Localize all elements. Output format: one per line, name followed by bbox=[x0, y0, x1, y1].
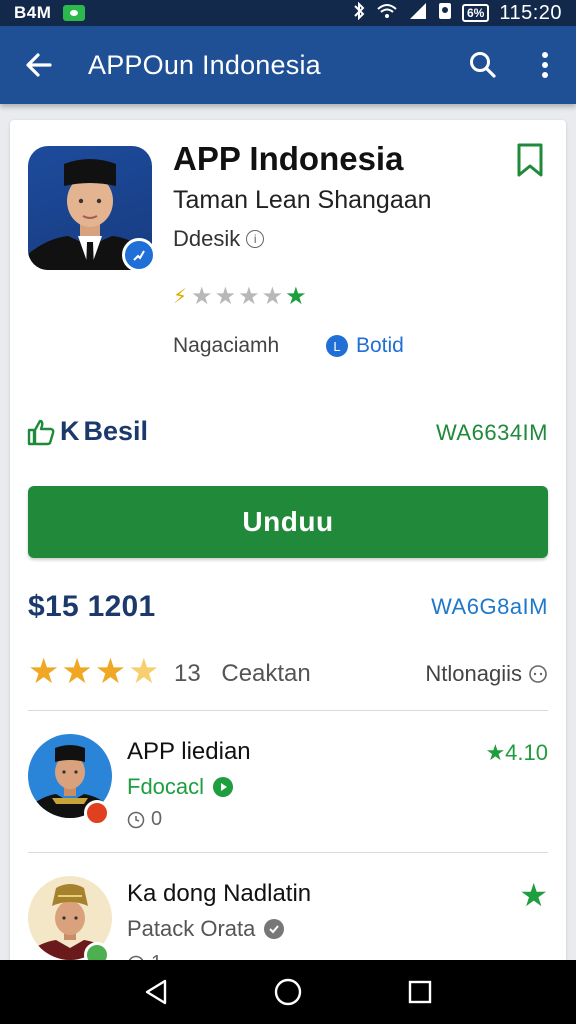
nav-home-button[interactable] bbox=[258, 962, 318, 1022]
search-button[interactable] bbox=[452, 26, 514, 104]
likes-label: Besil bbox=[83, 416, 149, 446]
star-half-icon: ★ bbox=[128, 652, 160, 691]
badge-icon: L bbox=[326, 335, 348, 357]
related-app-subtitle-row: Patack Orata bbox=[127, 916, 285, 942]
size-label: WA6634IM bbox=[435, 420, 548, 445]
related-app-subtitle-row: Fdocacl bbox=[127, 774, 234, 800]
status-bar: B4M 6% 115:20 bbox=[0, 0, 576, 26]
developer-sub-text: Ddesik bbox=[173, 226, 241, 251]
more-vertical-icon bbox=[542, 52, 548, 78]
back-button[interactable] bbox=[0, 26, 78, 104]
star-icon: ★ bbox=[519, 877, 548, 913]
star-icon: ★ bbox=[261, 283, 284, 310]
status-left: B4M bbox=[14, 3, 86, 23]
related-app-subtitle: Patack Orata bbox=[127, 916, 256, 941]
star-icon: ★ bbox=[191, 283, 213, 310]
likes-prefix: K bbox=[60, 416, 80, 446]
verified-badge-icon bbox=[122, 238, 156, 272]
related-app-rating-value: 4.10 bbox=[505, 740, 548, 765]
message-notification-icon bbox=[63, 5, 86, 21]
rating-prefix: ⚡ bbox=[173, 286, 188, 308]
star-icon: ★ bbox=[214, 283, 237, 310]
install-button[interactable]: Unduu bbox=[28, 486, 548, 558]
star-icon: ★ bbox=[28, 652, 60, 691]
developer-subline: Ddesik i bbox=[173, 226, 265, 252]
search-icon bbox=[470, 52, 496, 78]
related-app-meta-value: 0 bbox=[151, 808, 163, 830]
app-bar: APPOun Indonesia bbox=[0, 26, 576, 104]
star-icon: ★ bbox=[61, 652, 93, 691]
badge-label: Botid bbox=[356, 334, 404, 357]
square-recents-icon bbox=[408, 980, 432, 1004]
info-icon bbox=[529, 665, 547, 683]
nav-recents-button[interactable] bbox=[390, 962, 450, 1022]
triangle-back-icon bbox=[145, 979, 167, 1005]
nav-back-button[interactable] bbox=[126, 962, 186, 1022]
developer-name[interactable]: Taman Lean Shangaan bbox=[173, 186, 432, 215]
bookmark-button[interactable] bbox=[515, 142, 545, 183]
region-label: Ntlonagiis bbox=[425, 661, 522, 686]
status-time: 115:20 bbox=[499, 1, 562, 24]
star-icon: ★ bbox=[285, 283, 307, 310]
battery-indicator: 6% bbox=[461, 4, 490, 22]
related-app-title[interactable]: APP liedian bbox=[127, 738, 251, 766]
divider bbox=[28, 852, 548, 853]
related-app-subtitle: Fdocacl bbox=[127, 774, 205, 799]
mini-rating-stars: ⚡ ★ ★ ★ ★ ★ bbox=[173, 282, 307, 311]
arrow-left-icon bbox=[26, 53, 52, 77]
thumbs-up-icon bbox=[27, 419, 55, 445]
rating-stars: ★ ★ ★ ★ bbox=[28, 652, 160, 692]
status-left-text: B4M bbox=[14, 3, 52, 22]
app-details-card: APP Indonesia Taman Lean Shangaan Ddesik… bbox=[10, 120, 566, 980]
navigation-bar bbox=[0, 960, 576, 1024]
play-circle-icon bbox=[213, 777, 234, 797]
related-app-rating: ★4.10 bbox=[485, 740, 548, 766]
price-label: $15 1201 bbox=[28, 590, 156, 623]
likes-row[interactable]: K Besil bbox=[26, 416, 148, 447]
bookmark-icon bbox=[517, 143, 543, 177]
price-secondary: WA6G8aIM bbox=[431, 594, 548, 619]
circle-home-icon bbox=[274, 978, 302, 1006]
info-icon[interactable]: i bbox=[246, 230, 265, 248]
app-badge[interactable]: L Botid bbox=[326, 334, 404, 358]
app-category[interactable]: Nagaciamh bbox=[173, 334, 279, 358]
related-app-badge-icon bbox=[84, 800, 110, 826]
divider bbox=[28, 710, 548, 711]
region-row[interactable]: Ntlonagiis bbox=[425, 661, 548, 687]
signal-icon bbox=[408, 2, 428, 25]
app-bar-title: APPOun Indonesia bbox=[88, 49, 321, 80]
star-icon: ★ bbox=[238, 283, 260, 310]
related-app-meta: 0 bbox=[127, 808, 162, 831]
star-icon: ★ bbox=[94, 652, 127, 691]
clock-icon bbox=[127, 811, 145, 828]
wifi-icon bbox=[376, 2, 398, 25]
bluetooth-icon bbox=[352, 1, 366, 25]
star-icon: ★ bbox=[485, 740, 506, 765]
sim-icon bbox=[438, 2, 452, 25]
more-options-button[interactable] bbox=[514, 26, 576, 104]
verified-icon bbox=[264, 919, 285, 939]
app-name: APP Indonesia bbox=[173, 140, 404, 177]
status-right: 6% 115:20 bbox=[352, 1, 562, 25]
rating-count[interactable]: 13 Ceaktan bbox=[174, 660, 311, 688]
related-app-title[interactable]: Ka dong Nadlatin bbox=[127, 880, 311, 908]
